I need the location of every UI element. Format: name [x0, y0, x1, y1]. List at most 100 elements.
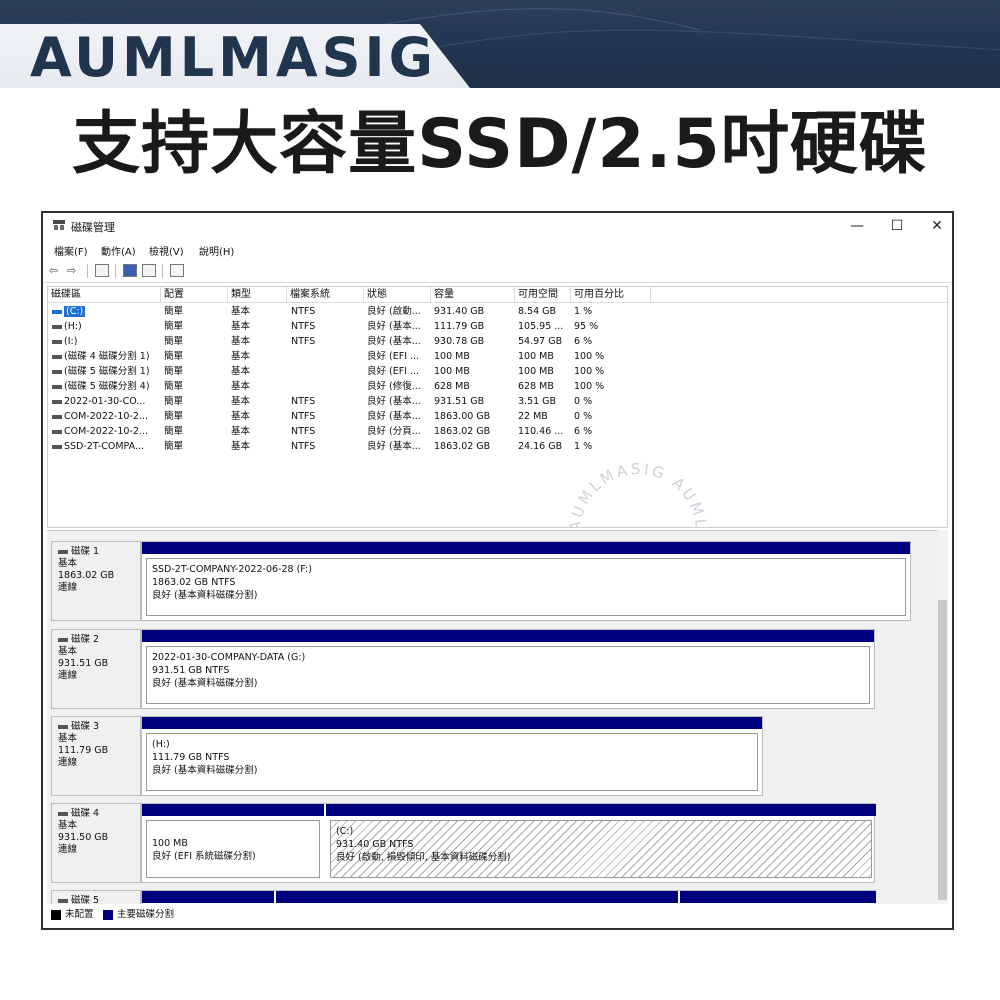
cell-free: 100 MB: [518, 351, 554, 362]
menu-view[interactable]: 檢視(V): [149, 243, 184, 258]
table-row[interactable]: (磁碟 5 磁碟分割 4) 簡單 基本 良好 (修復... 628 MB 628 MB 10…: [48, 379, 947, 394]
disk-4-label[interactable]: 磁碟 4 基本 931.50 GB 連線: [51, 803, 141, 883]
table-row[interactable]: COM-2022-10-2... 簡單 基本 NTFS 良好 (分頁... 1863.02…: [48, 424, 947, 439]
cell-layout: 簡單: [164, 381, 184, 392]
partition-label: (C:): [336, 826, 354, 837]
col-status[interactable]: 狀態: [364, 287, 431, 303]
col-volume[interactable]: 磁碟區: [48, 287, 161, 303]
partition-bar: [142, 630, 874, 642]
cell-filesystem: NTFS: [291, 396, 316, 407]
cell-type: 基本: [231, 441, 251, 452]
window-title: 磁碟管理: [71, 221, 115, 234]
partition-info: (H:) 111.79 GB NTFS 良好 (基本資料磁碟分割): [146, 733, 758, 791]
table-row[interactable]: 2022-01-30-CO... 簡單 基本 NTFS 良好 (基本... 931.51 …: [48, 394, 947, 409]
table-row[interactable]: SSD-2T-COMPA... 簡單 基本 NTFS 良好 (基本... 1863.02 …: [48, 439, 947, 454]
maximize-button[interactable]: ☐: [877, 215, 917, 237]
cell-filesystem: NTFS: [291, 426, 316, 437]
cell-percent: 100 %: [574, 381, 605, 392]
col-free-space[interactable]: 可用空間: [515, 287, 571, 303]
cell-free: 8.54 GB: [518, 306, 557, 317]
cell-type: 基本: [231, 366, 251, 377]
volume-icon: [52, 340, 62, 344]
partition-disk5-3[interactable]: [680, 891, 876, 904]
partition-status: 良好 (啟動, 損毀傾印, 基本資料磁碟分割): [336, 852, 511, 863]
primary-partition-swatch: [103, 910, 113, 920]
partition-disk5-2[interactable]: [276, 891, 678, 904]
col-capacity[interactable]: 容量: [431, 287, 515, 303]
disk-status: 連線: [58, 844, 78, 855]
toolbar-separator: [162, 264, 163, 278]
cell-percent: 1 %: [574, 306, 593, 317]
disk-status: 連線: [58, 757, 78, 768]
table-row[interactable]: (磁碟 5 磁碟分割 1) 簡單 基本 良好 (EFI ... 100 MB 100 MB…: [48, 364, 947, 379]
cell-free: 110.46 ...: [518, 426, 564, 437]
cell-status: 良好 (修復...: [367, 381, 421, 392]
partition-status: 良好 (基本資料磁碟分割): [152, 765, 258, 776]
cell-free: 100 MB: [518, 366, 554, 377]
table-row[interactable]: (I:) 簡單 基本 NTFS 良好 (基本... 930.78 GB 54.97 GB 6 …: [48, 334, 947, 349]
action-pane-icon[interactable]: [142, 264, 156, 277]
partition-bar: [142, 804, 324, 816]
minimize-button[interactable]: —: [837, 215, 877, 237]
volume-icon: [52, 385, 62, 389]
col-layout[interactable]: 配置: [161, 287, 228, 303]
volume-icon: [52, 370, 62, 374]
toolbar-separator: [87, 264, 88, 278]
disk-5-label[interactable]: 磁碟 5: [51, 890, 141, 904]
cell-free: 628 MB: [518, 381, 554, 392]
table-row[interactable]: (C:) 簡單 基本 NTFS 良好 (啟動... 931.40 GB 8.54 GB 1 %: [48, 304, 947, 319]
disk-1-label[interactable]: 磁碟 1 基本 1863.02 GB 連線: [51, 541, 141, 621]
cell-status: 良好 (EFI ...: [367, 351, 420, 362]
selected-volume-name: (C:): [64, 306, 86, 317]
cell-capacity: 111.79 GB: [434, 321, 485, 332]
col-filesystem[interactable]: 檔案系統: [287, 287, 364, 303]
close-button[interactable]: ✕: [917, 215, 957, 237]
disk-status: 連線: [58, 670, 78, 681]
cell-capacity: 931.40 GB: [434, 306, 485, 317]
volume-icon: [52, 355, 62, 359]
partition-efi[interactable]: 100 MB 良好 (EFI 系統磁碟分割): [142, 804, 324, 882]
disk-status: 連線: [58, 582, 78, 593]
cell-layout: 簡單: [164, 426, 184, 437]
properties-icon[interactable]: [170, 264, 184, 277]
menu-action[interactable]: 動作(A): [101, 243, 136, 258]
cell-type: 基本: [231, 306, 251, 317]
table-row[interactable]: (H:) 簡單 基本 NTFS 良好 (基本... 111.79 GB 105.95 ...…: [48, 319, 947, 334]
toolbar-separator: [115, 264, 116, 278]
menu-file[interactable]: 檔案(F): [54, 243, 88, 258]
disk-name: 磁碟 1: [71, 546, 100, 557]
disk-2-label[interactable]: 磁碟 2 基本 931.51 GB 連線: [51, 629, 141, 709]
back-arrow-icon[interactable]: ⇦: [49, 264, 58, 278]
table-row[interactable]: (磁碟 4 磁碟分割 1) 簡單 基本 良好 (EFI ... 100 MB 100 MB…: [48, 349, 947, 364]
col-percent-free[interactable]: 可用百分比: [571, 287, 651, 303]
vertical-scrollbar[interactable]: [937, 530, 948, 904]
help-icon[interactable]: [123, 264, 137, 277]
cell-layout: 簡單: [164, 411, 184, 422]
headline: 支持大容量SSD/2.5吋硬碟: [72, 105, 928, 184]
cell-volume: (H:): [64, 321, 82, 332]
partition-g[interactable]: 2022-01-30-COMPANY-DATA (G:) 931.51 GB N…: [142, 630, 874, 708]
table-row[interactable]: COM-2022-10-2... 簡單 基本 NTFS 良好 (基本... 1863.00…: [48, 409, 947, 424]
disk-1-partitions: SSD-2T-COMPANY-2022-06-28 (F:) 1863.02 G…: [141, 541, 911, 621]
menu-help[interactable]: 說明(H): [199, 243, 234, 258]
cell-layout: 簡單: [164, 441, 184, 452]
disk-type: 基本: [58, 820, 78, 831]
disk-3-label[interactable]: 磁碟 3 基本 111.79 GB 連線: [51, 716, 141, 796]
partition-h[interactable]: (H:) 111.79 GB NTFS 良好 (基本資料磁碟分割): [142, 717, 762, 795]
partition-c[interactable]: (C:) 931.40 GB NTFS 良好 (啟動, 損毀傾印, 基本資料磁碟…: [326, 804, 876, 882]
console-tree-icon[interactable]: [95, 264, 109, 277]
partition-label: 2022-01-30-COMPANY-DATA (G:): [152, 652, 306, 663]
disk-graphical-view: 磁碟 1 基本 1863.02 GB 連線 SSD-2T-COMPANY-202…: [47, 530, 948, 904]
legend-primary: 主要磁碟分割: [117, 909, 175, 920]
col-type[interactable]: 類型: [228, 287, 287, 303]
scrollbar-thumb[interactable]: [938, 600, 947, 900]
forward-arrow-icon[interactable]: ⇨: [67, 264, 76, 278]
unallocated-swatch: [51, 910, 61, 920]
cell-free: 3.51 GB: [518, 396, 557, 407]
partition-label: (H:): [152, 739, 170, 750]
partition-disk5-1[interactable]: [142, 891, 274, 904]
partition-f[interactable]: SSD-2T-COMPANY-2022-06-28 (F:) 1863.02 G…: [142, 542, 910, 620]
brand-logo: AUMLMASIG: [30, 26, 437, 89]
partition-bar: [276, 891, 678, 903]
disk-icon: [58, 811, 68, 816]
